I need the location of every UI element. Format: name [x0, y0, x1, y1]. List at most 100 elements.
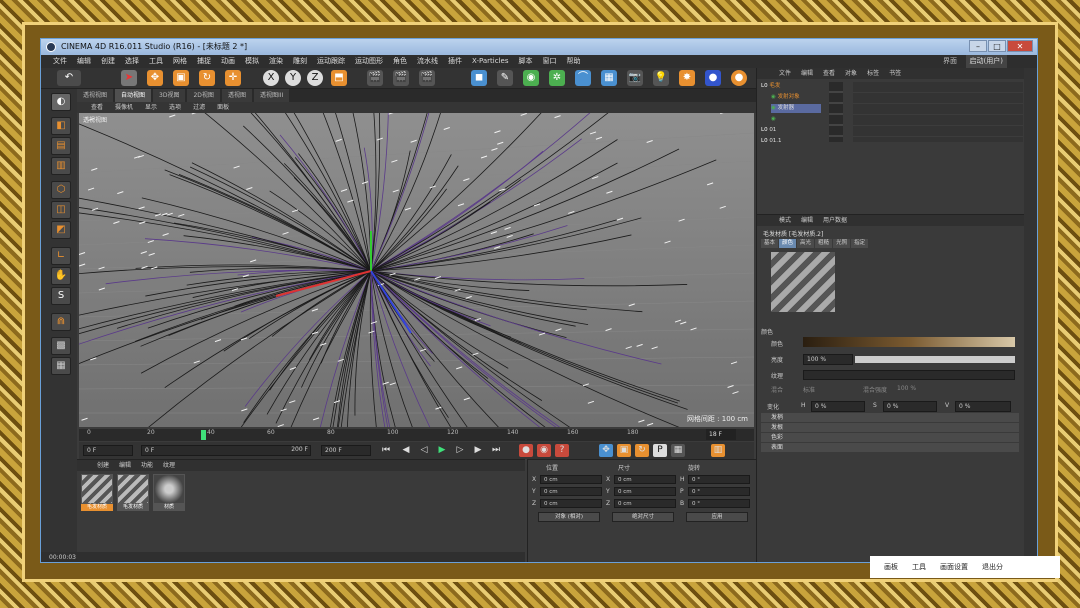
material-swatch[interactable] — [117, 474, 149, 504]
tab-specular[interactable]: 高光 — [797, 239, 815, 248]
tab-perspective[interactable]: 透视视图 — [77, 89, 114, 102]
playhead[interactable] — [201, 430, 206, 440]
taskbar-item[interactable]: 工具 — [912, 556, 926, 578]
vp-menu-options[interactable]: 选项 — [169, 102, 181, 113]
object-row[interactable]: ◉ 发射器 — [771, 104, 821, 113]
light-icon[interactable]: 💡 — [653, 70, 669, 86]
menu-window[interactable]: 窗口 — [542, 55, 556, 68]
rot-h-field[interactable]: 0 ° — [688, 475, 750, 484]
snap-icon[interactable]: S — [51, 287, 71, 305]
maximize-button[interactable]: □ — [988, 40, 1006, 52]
auto-key-icon[interactable]: ◉ — [537, 444, 551, 457]
menu-render[interactable]: 渲染 — [269, 55, 283, 68]
palette-icon[interactable]: ◐ — [51, 93, 71, 111]
obj-menu-edit[interactable]: 编辑 — [801, 68, 813, 79]
texture-slot[interactable] — [803, 370, 1015, 380]
subdivision-icon[interactable]: ◉ — [523, 70, 539, 86]
preview-max-field[interactable]: 200 F — [261, 445, 311, 456]
tab-auto-view[interactable]: 自动视图 — [115, 89, 152, 102]
key-pla-icon[interactable]: ▦ — [671, 444, 685, 457]
apply-button[interactable]: 应用 — [686, 512, 748, 522]
vp-menu-display[interactable]: 显示 — [145, 102, 157, 113]
pos-z-field[interactable]: 0 cm — [540, 499, 602, 508]
taskbar-item[interactable]: 退出分 — [982, 556, 1003, 578]
cube-icon[interactable]: ◼ — [471, 70, 487, 86]
tab-3d-view[interactable]: 3D视图 — [153, 89, 186, 102]
camera-icon[interactable]: 📷 — [627, 70, 643, 86]
pos-x-field[interactable]: 0 cm — [540, 475, 602, 484]
floor-icon[interactable]: ▦ — [601, 70, 617, 86]
end-frame-field[interactable]: 200 F — [321, 445, 371, 456]
minimize-button[interactable]: – — [969, 40, 987, 52]
obj-menu-file[interactable]: 文件 — [779, 68, 791, 79]
move-icon[interactable]: ✥ — [147, 70, 163, 86]
obj-menu-view[interactable]: 查看 — [823, 68, 835, 79]
mat-menu-texture[interactable]: 纹理 — [163, 460, 175, 471]
z-axis-icon[interactable]: Z — [307, 70, 323, 86]
next-frame-icon[interactable]: ▷ — [453, 444, 467, 457]
color-gradient-bar[interactable] — [803, 337, 1015, 347]
attr-menu-mode[interactable]: 模式 — [779, 215, 791, 226]
rot-p-field[interactable]: 0 ° — [688, 487, 750, 496]
y-axis-icon[interactable]: Y — [285, 70, 301, 86]
edges-mode-icon[interactable]: ◫ — [51, 201, 71, 219]
menu-xparticles[interactable]: X-Particles — [472, 55, 508, 68]
add-object-icon[interactable]: ✛ — [225, 70, 241, 86]
play-icon[interactable]: ▶ — [435, 444, 449, 457]
object-row[interactable]: L0 01 — [761, 126, 776, 135]
vp-menu-view[interactable]: 查看 — [91, 102, 103, 113]
3d-viewport[interactable]: 透视视图 网格间距 : 100 cm — [79, 113, 754, 427]
key-param-icon[interactable]: P — [653, 444, 667, 457]
key-position-icon[interactable]: ✥ — [599, 444, 613, 457]
timeline-ruler[interactable]: 0 20 40 60 80 100 120 140 160 180 — [79, 429, 754, 441]
material-swatch[interactable] — [153, 474, 185, 504]
attr-menu-userdata[interactable]: 用户数据 — [823, 215, 847, 226]
menu-mograph[interactable]: 运动图形 — [355, 55, 383, 68]
v-field[interactable]: 0 % — [955, 401, 1011, 412]
points-mode-icon[interactable]: ⬡ — [51, 181, 71, 199]
object-row[interactable]: L0 毛发 — [761, 82, 780, 91]
pos-y-field[interactable]: 0 cm — [540, 487, 602, 496]
vp-menu-camera[interactable]: 摄像机 — [115, 102, 133, 113]
vp-menu-filter[interactable]: 过滤 — [193, 102, 205, 113]
section-tint[interactable]: 色彩 — [761, 433, 1019, 442]
tab-roughness[interactable]: 粗糙 — [815, 239, 833, 248]
tab-color[interactable]: 颜色 — [779, 239, 797, 248]
menu-select[interactable]: 选择 — [125, 55, 139, 68]
tweak-icon[interactable]: ✋ — [51, 267, 71, 285]
emitter-icon[interactable]: ✸ — [679, 70, 695, 86]
menu-sculpt[interactable]: 雕刻 — [293, 55, 307, 68]
size-z-field[interactable]: 0 cm — [614, 499, 676, 508]
key-rotation-icon[interactable]: ↻ — [635, 444, 649, 457]
visibility-column[interactable] — [829, 82, 843, 142]
start-frame-field[interactable]: 0 F — [83, 445, 133, 456]
model-mode-icon[interactable]: ◧ — [51, 117, 71, 135]
record-key-icon[interactable]: ● — [519, 444, 533, 457]
magnet-icon[interactable]: ⋒ — [51, 313, 71, 331]
sphere-icon[interactable]: ● — [731, 70, 747, 86]
menu-mesh[interactable]: 网格 — [173, 55, 187, 68]
rot-b-field[interactable]: 0 ° — [688, 499, 750, 508]
keyframe-selection-icon[interactable]: ? — [555, 444, 569, 457]
brightness-slider[interactable] — [855, 356, 1015, 363]
size-x-field[interactable]: 0 cm — [614, 475, 676, 484]
lock-workplane-icon[interactable]: ▩ — [51, 337, 71, 355]
section-surface[interactable]: 表面 — [761, 443, 1019, 452]
obj-menu-objects[interactable]: 对象 — [845, 68, 857, 79]
s-field[interactable]: 0 % — [883, 401, 937, 412]
coord-mode-dropdown[interactable]: 对象 (相对) — [538, 512, 600, 522]
rotate-icon[interactable]: ↻ — [199, 70, 215, 86]
menu-tools[interactable]: 工具 — [149, 55, 163, 68]
taskbar-item[interactable]: 画板 — [884, 556, 898, 578]
object-row[interactable]: ◉ — [771, 115, 776, 124]
timeline-window-icon[interactable]: ▥ — [711, 444, 725, 457]
deformer-icon[interactable]: ⌒ — [575, 70, 591, 86]
size-y-field[interactable]: 0 cm — [614, 487, 676, 496]
grid-icon[interactable]: ▦ — [51, 357, 71, 375]
menu-snap[interactable]: 捕捉 — [197, 55, 211, 68]
goto-start-icon[interactable]: ⏮ — [379, 444, 393, 457]
mat-menu-function[interactable]: 功能 — [141, 460, 153, 471]
render-view-icon[interactable]: 🎬 — [367, 70, 383, 86]
mat-menu-edit[interactable]: 编辑 — [119, 460, 131, 471]
workplane-icon[interactable]: ▥ — [51, 157, 71, 175]
